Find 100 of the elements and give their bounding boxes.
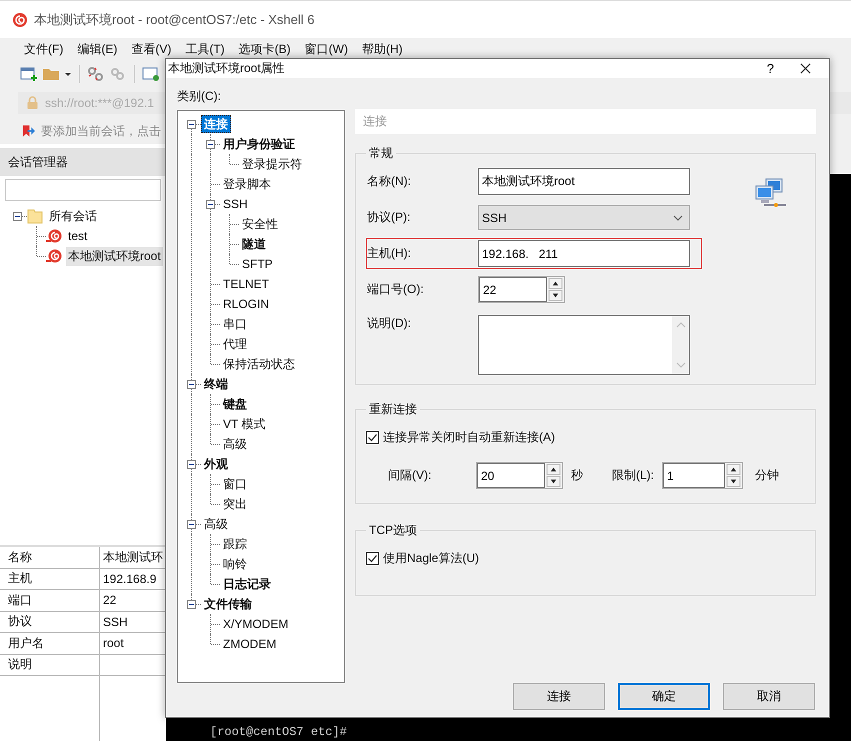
category-item[interactable]: VT 模式 [220,415,268,434]
table-cell: 主机 [0,568,100,589]
category-item[interactable]: 登录提示符 [239,155,305,174]
category-item[interactable]: 用户身份验证 [220,135,298,154]
table-cell-text: 本地测试环 [102,548,164,566]
checkbox[interactable] [366,430,379,444]
category-item[interactable]: 跟踪 [220,535,250,554]
category-item[interactable]: TELNET [220,275,272,294]
close-icon[interactable] [800,63,811,74]
session-item[interactable]: test [66,228,90,244]
table-cell: 端口 [0,590,100,610]
category-item[interactable]: 终端 [201,375,231,394]
category-item[interactable]: 外观 [201,455,231,474]
expander-icon[interactable] [187,460,196,470]
section-header: 连接 [355,109,816,134]
session-icon [46,248,62,264]
category-item[interactable]: 高级 [201,515,231,534]
checkbox-label[interactable]: 使用Nagle算法(U) [383,550,480,567]
checkbox-label[interactable]: 连接异常关闭时自动重新连接(A) [383,428,555,446]
category-item[interactable]: 登录脚本 [220,175,274,194]
category-item[interactable]: 日志记录 [220,575,274,594]
menu-item[interactable]: 查看(V) [131,40,172,58]
table-cell-text: 22 [102,592,118,610]
group-title: TCP选项 [368,522,418,540]
category-item[interactable]: 连接 [201,115,231,134]
bookmark-arrow-icon[interactable] [22,124,35,138]
category-item[interactable]: 响铃 [220,555,250,574]
number-field[interactable]: 22 [479,277,547,302]
unit-label: 分钟 [754,467,779,484]
category-item[interactable]: RLOGIN [220,295,272,314]
category-item[interactable]: 键盘 [220,395,250,414]
field-label: 间隔(V): [387,467,432,484]
help-button[interactable]: ? [762,61,778,76]
spin-down-icon[interactable] [548,290,563,302]
expander-icon[interactable] [206,200,215,210]
protocol-dropdown[interactable]: SSH [478,205,690,230]
expander-icon[interactable] [187,520,196,530]
number-field[interactable]: 20 [477,463,545,488]
category-item[interactable]: 隧道 [239,235,269,254]
input-field[interactable]: 192.168. 211 [478,240,690,268]
dialog-button[interactable]: 确定 [618,683,710,710]
expander-icon[interactable] [187,600,196,610]
category-item[interactable]: 安全性 [239,215,281,234]
table-cell: 用户名 [0,633,100,654]
session-item[interactable]: 所有会话 [47,206,99,226]
menu-item[interactable]: 帮助(H) [362,40,403,58]
input-field[interactable]: 本地测试环境root [478,168,690,196]
menu-item[interactable]: 窗口(W) [304,40,348,58]
broken-link-icon[interactable] [87,66,105,82]
table-cell: 协议 [0,612,100,632]
category-item[interactable]: 高级 [220,435,250,454]
table-cell-text: SSH [102,614,129,631]
window-title: 本地测试环境root - root@centOS7:/etc - Xshell 6 [34,10,315,28]
spin-up-icon[interactable] [548,278,563,290]
category-item[interactable]: 串口 [220,315,250,334]
category-item[interactable]: X/YMODEM [220,615,292,634]
category-item[interactable]: SFTP [239,255,276,274]
spin-down-icon[interactable] [546,476,561,488]
spin-down-icon[interactable] [726,476,741,488]
dialog-button[interactable]: 连接 [513,683,605,710]
category-item[interactable]: 文件传输 [201,595,255,614]
menu-item[interactable]: 工具(T) [185,40,225,58]
category-item[interactable]: ZMODEM [220,635,280,654]
checkbox[interactable] [366,552,379,565]
dialog-button[interactable]: 取消 [723,683,815,710]
expander-icon[interactable] [187,120,196,130]
category-item[interactable]: 代理 [220,335,250,354]
table-cell-text: root [102,635,125,652]
number-field[interactable]: 1 [663,463,725,488]
menu-item[interactable]: 文件(F) [24,40,64,58]
table-cell-text: 192.168.9 [102,570,158,588]
category-item[interactable]: SSH [220,195,251,214]
field-label: 端口号(O): [367,281,425,298]
field-label: 限制(L): [612,467,655,484]
lock-icon [26,96,39,110]
expander-icon[interactable] [206,140,215,150]
terminal-prompt: [root@centOS7 etc]# [210,725,347,739]
spin-up-icon[interactable] [546,464,561,476]
category-item[interactable]: 窗口 [220,475,250,494]
menu-item[interactable]: 选项卡(B) [238,40,291,58]
category-item[interactable]: 保持活动状态 [220,355,298,374]
session-item[interactable]: 本地测试环境root [66,246,163,266]
dialog-title: 本地测试环境root属性 [168,60,285,78]
spin-up-icon[interactable] [726,464,741,476]
table-cell: 名称 [0,547,100,568]
category-item[interactable]: 突出 [220,495,250,514]
table-cell: 说明 [0,654,100,675]
expander-icon[interactable] [13,212,22,221]
search-field[interactable] [5,179,161,201]
expander-icon[interactable] [187,380,196,390]
field-label: 说明(D): [367,315,412,332]
field-label: 协议(P): [367,209,412,226]
folder-icon [27,208,43,224]
group-title: 常规 [368,145,394,162]
chevron-down-icon [673,214,683,221]
menu-item[interactable]: 编辑(E) [77,40,118,58]
app-logo-icon [12,12,28,28]
new-session-icon[interactable] [20,66,38,82]
field-label: 主机(H): [367,245,412,262]
unit-label: 秒 [570,467,584,484]
